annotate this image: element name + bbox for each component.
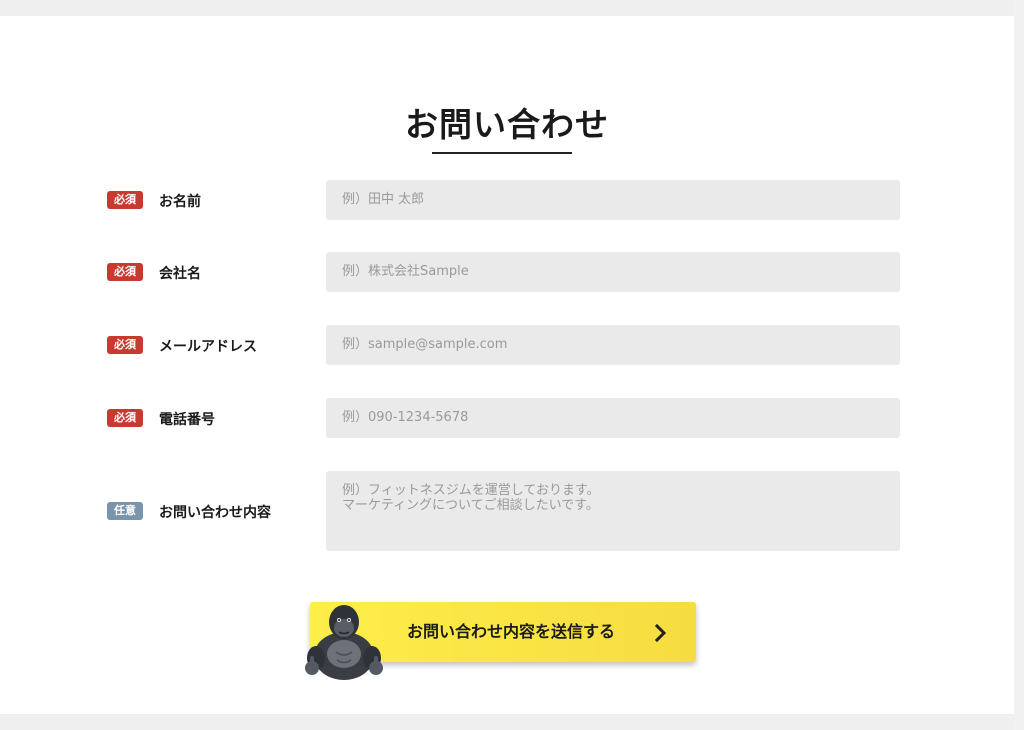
form-row-email: 必須 メールアドレス 例）sample@sample.com <box>107 325 900 365</box>
name-input[interactable]: 例）田中 太郎 <box>326 180 900 220</box>
chevron-right-icon <box>654 624 667 642</box>
form-row-company: 必須 会社名 例）株式会社Sample <box>107 252 900 292</box>
email-label: メールアドレス <box>159 339 257 355</box>
required-badge: 必須 <box>107 263 143 281</box>
required-badge: 必須 <box>107 409 143 427</box>
form-row-phone: 必須 電話番号 例）090-1234-5678 <box>107 398 900 438</box>
page-title: お問い合わせ <box>405 105 609 144</box>
inquiry-textarea[interactable]: 例）フィットネスジムを運営しております。 マーケティングについてご相談したいです… <box>326 471 900 551</box>
company-input[interactable]: 例）株式会社Sample <box>326 252 900 292</box>
form-row-name: 必須 お名前 例）田中 太郎 <box>107 180 900 220</box>
inquiry-label: お問い合わせ内容 <box>159 505 271 521</box>
required-badge: 必須 <box>107 336 143 354</box>
phone-label: 電話番号 <box>159 412 215 428</box>
bottom-band <box>0 714 1024 730</box>
required-badge: 必須 <box>107 191 143 209</box>
submit-label: お問い合わせ内容を送信する <box>407 622 616 641</box>
title-underline <box>432 152 572 154</box>
contact-panel: お問い合わせ 必須 お名前 例）田中 太郎 必須 会社名 例）株式会社Sampl… <box>0 16 1014 714</box>
company-label: 会社名 <box>159 266 201 282</box>
name-label: お名前 <box>159 194 201 210</box>
inquiry-placeholder: 例）フィットネスジムを運営しております。 マーケティングについてご相談したいです… <box>342 483 600 513</box>
form-row-inquiry: 任意 お問い合わせ内容 例）フィットネスジムを運営しております。 マーケティング… <box>107 471 900 551</box>
optional-badge: 任意 <box>107 502 143 520</box>
top-band <box>0 0 1024 16</box>
gorilla-mascot-icon <box>305 605 383 680</box>
email-input[interactable]: 例）sample@sample.com <box>326 325 900 365</box>
scrollbar[interactable] <box>1014 0 1024 730</box>
phone-input[interactable]: 例）090-1234-5678 <box>326 398 900 438</box>
